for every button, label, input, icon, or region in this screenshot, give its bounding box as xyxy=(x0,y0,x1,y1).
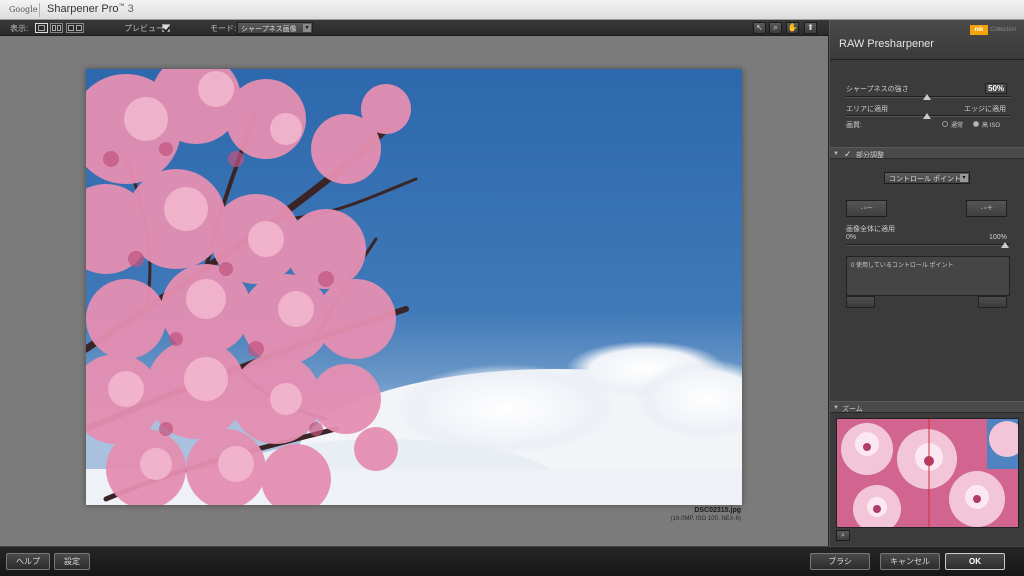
apply-whole-slider-track[interactable] xyxy=(846,244,1010,246)
control-point-minus-icon: ·◦− xyxy=(860,203,873,214)
quality-normal-label: 通常 xyxy=(951,123,964,129)
add-control-point-plus-button[interactable]: ·◦+ xyxy=(966,200,1007,217)
zoom-label: ズーム xyxy=(842,406,863,413)
zoom-preview[interactable] xyxy=(836,418,1019,528)
mode-label: モード: xyxy=(210,24,237,33)
sharpness-value[interactable]: 50% xyxy=(985,83,1008,94)
panel-header: nik Collection RAW Presharpener xyxy=(830,20,1024,60)
control-points-count: 0 使用しているコントロール ポイント xyxy=(851,263,954,269)
title-divider xyxy=(39,3,40,17)
zoom-preview-image xyxy=(837,419,1018,527)
split-pane-left-icon xyxy=(52,25,56,31)
zoom-section-header[interactable]: ▼ ズーム xyxy=(830,401,1024,413)
quality-high-iso-radio[interactable] xyxy=(973,121,979,127)
area-label: エリアに適用 xyxy=(846,106,888,113)
partial-adjust-checkbox[interactable]: ✓ xyxy=(844,149,852,160)
apply-max-label: 100% xyxy=(989,234,1007,241)
collapse-triangle-icon: ▼ xyxy=(833,151,839,157)
app-title: Sharpener Pro™ 3 xyxy=(47,3,134,15)
area-edge-slider-thumb[interactable] xyxy=(923,113,931,119)
bottom-bar: ヘルプ 設定 ブラシ キャンセル OK xyxy=(0,546,1024,576)
add-control-point-minus-button[interactable]: ·◦− xyxy=(846,200,887,217)
control-point-dropdown[interactable]: コントロール ポイント ▾ xyxy=(884,172,970,184)
quality-label: 画質: xyxy=(846,122,862,129)
settings-button[interactable]: 設定 xyxy=(54,553,90,570)
help-button[interactable]: ヘルプ xyxy=(6,553,50,570)
partial-adjust-label: 部分調整 xyxy=(856,152,884,159)
ok-button[interactable]: OK xyxy=(945,553,1005,570)
split-view-button[interactable] xyxy=(50,23,63,33)
app-version: 3 xyxy=(127,3,134,15)
side-by-side-view-button[interactable] xyxy=(66,23,84,33)
nik-logo: nik xyxy=(970,25,988,35)
partial-adjust-section-header[interactable]: ▼ ✓ 部分調整 xyxy=(830,147,1024,159)
edge-label: エッジに適用 xyxy=(964,106,1006,113)
control-point-plus-icon: ·◦+ xyxy=(980,203,993,214)
cherry-blossom-photo xyxy=(86,69,742,505)
magnifier-icon: ⌕ xyxy=(841,532,845,539)
preview-checkbox[interactable] xyxy=(162,24,170,32)
pin-icon: ⬆ xyxy=(807,23,814,32)
nik-collection-label: Collection xyxy=(990,27,1017,33)
apply-whole-slider-thumb[interactable] xyxy=(1001,242,1009,248)
single-view-button[interactable] xyxy=(35,23,48,33)
trademark: ™ xyxy=(118,3,125,10)
panel-title: RAW Presharpener xyxy=(839,38,934,50)
chevron-down-icon: ▾ xyxy=(303,24,311,32)
hand-tool-button[interactable]: ✋ xyxy=(786,22,799,34)
single-pane-icon xyxy=(38,25,45,31)
view-label: 表示: xyxy=(10,24,29,33)
pin-tool-button[interactable]: ⬆ xyxy=(804,22,817,34)
brush-button[interactable]: ブラシ xyxy=(810,553,870,570)
top-toolbar: 表示: プレビュー: モード: シャープネス画像 ▾ ↖ ⌕ ✋ ⬆ xyxy=(0,20,829,36)
hand-icon: ✋ xyxy=(787,23,798,32)
control-point-left-button[interactable] xyxy=(846,296,875,308)
sharpness-slider-thumb[interactable] xyxy=(923,94,931,100)
zoom-magnifier-button[interactable]: ⌕ xyxy=(836,530,850,541)
image-canvas[interactable]: DSC02315.jpg (16.0MP, ISO 100, NEX-6) xyxy=(0,36,829,546)
sharpness-label: シャープネスの強さ xyxy=(846,86,909,93)
control-points-list[interactable]: 0 使用しているコントロール ポイント xyxy=(846,256,1010,296)
split-pane-right-icon xyxy=(57,25,61,31)
control-point-dropdown-value: コントロール ポイント xyxy=(889,176,961,183)
magnifier-icon: ⌕ xyxy=(773,23,778,32)
quality-high-iso-label: 高 ISO xyxy=(982,123,1001,129)
arrow-icon: ↖ xyxy=(756,23,763,32)
brand-label: Google xyxy=(9,5,38,14)
collapse-triangle-icon: ▼ xyxy=(833,405,839,411)
settings-panel: nik Collection RAW Presharpener シャープネスの強… xyxy=(829,20,1024,546)
apply-min-label: 0% xyxy=(846,234,857,241)
mode-select-value: シャープネス画像 xyxy=(241,26,297,33)
photo-preview[interactable] xyxy=(86,69,742,505)
quality-normal-radio[interactable] xyxy=(942,121,948,127)
side-pane-right-icon xyxy=(76,25,82,31)
apply-whole-label: 画像全体に適用 xyxy=(846,226,895,233)
preview-label: プレビュー: xyxy=(124,24,167,33)
file-info: (16.0MP, ISO 100, NEX-6) xyxy=(670,516,741,522)
side-pane-left-icon xyxy=(68,25,74,31)
arrow-tool-button[interactable]: ↖ xyxy=(753,22,766,34)
cancel-button[interactable]: キャンセル xyxy=(880,553,940,570)
file-name: DSC02315.jpg xyxy=(694,507,741,514)
control-point-right-button[interactable] xyxy=(978,296,1007,308)
app-name: Sharpener Pro xyxy=(47,3,119,15)
chevron-down-icon: ▾ xyxy=(960,174,968,182)
window-titlebar: Google Sharpener Pro™ 3 xyxy=(0,0,1024,20)
zoom-tool-button[interactable]: ⌕ xyxy=(769,22,782,34)
mode-select[interactable]: シャープネス画像 ▾ xyxy=(237,22,313,34)
